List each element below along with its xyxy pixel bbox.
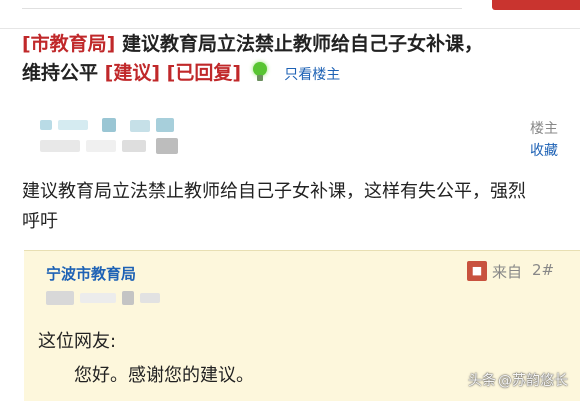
only-op-link[interactable]: 只看楼主 <box>284 67 340 83</box>
reply-text: 您好。感谢您的建议。 <box>74 365 254 386</box>
reply-author-link[interactable]: 宁波市教育局 <box>46 263 136 284</box>
favorite-link[interactable]: 收藏 <box>530 140 558 160</box>
reply-greeting: 这位网友: <box>38 331 117 352</box>
reply-from-label: 来自 <box>492 263 523 281</box>
watermark-prefix: 头条 <box>468 373 496 389</box>
thread-title: [市教育局] 建议教育局立法禁止教师给自己子女补课，维持公平 [建议] [已回复… <box>22 30 492 90</box>
type-tag: [建议] <box>104 62 161 84</box>
reply-source-icon: ■ <box>467 261 487 281</box>
blurred-username <box>40 118 200 156</box>
top-red-button[interactable] <box>492 0 580 10</box>
top-bar <box>0 0 580 29</box>
status-tag: [已回复] <box>166 62 242 84</box>
blurred-reply-date <box>46 289 166 307</box>
reply-floor-number: 2# <box>532 261 555 279</box>
watermark-handle: @苏韵悠长 <box>498 373 568 389</box>
watermark: 头条 @苏韵悠长 <box>468 370 568 390</box>
floor-label: 楼主 <box>530 121 558 137</box>
lightbulb-icon <box>252 62 268 82</box>
top-divider <box>22 8 462 9</box>
post-meta: 楼主 收藏 <box>22 118 558 160</box>
dept-tag: [市教育局] <box>22 33 116 55</box>
post-body: 建议教育局立法禁止教师给自己子女补课，这样有失公平，强烈呼吁 <box>22 181 526 232</box>
